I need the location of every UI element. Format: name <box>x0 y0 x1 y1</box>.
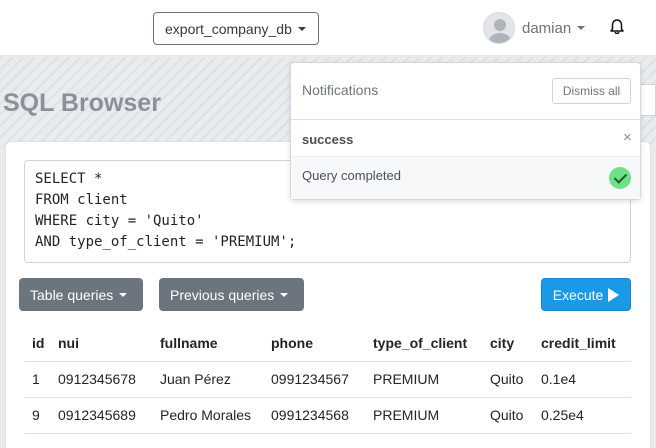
top-navbar: export_company_db damian <box>0 0 656 56</box>
chevron-down-icon <box>297 26 306 31</box>
table-cell: 9 <box>24 397 50 434</box>
execute-button[interactable]: Execute <box>541 278 631 311</box>
database-select[interactable]: export_company_db <box>153 12 319 45</box>
table-cell: 0912345678 <box>50 361 152 398</box>
column-header: id <box>24 325 50 362</box>
execute-label: Execute <box>552 286 604 303</box>
close-icon[interactable]: × <box>623 129 632 146</box>
previous-queries-label: Previous queries <box>170 286 275 303</box>
bell-icon[interactable] <box>608 18 626 36</box>
page-title: SQL Browser <box>3 89 161 117</box>
column-header: credit_limit <box>533 325 631 362</box>
check-circle-icon <box>609 167 631 189</box>
table-cell: Juan Pérez <box>152 361 263 398</box>
table-cell: PREMIUM <box>365 397 482 434</box>
column-header: nui <box>50 325 152 362</box>
results-table: id nui fullname phone type_of_client cit… <box>24 325 631 434</box>
toast-message: Query completed <box>302 168 401 183</box>
table-cell: 0991234567 <box>263 361 365 398</box>
column-header: fullname <box>152 325 263 362</box>
table-cell: PREMIUM <box>365 361 482 398</box>
table-cell: Quito <box>482 397 533 434</box>
dismiss-all-button[interactable]: Dismiss all <box>552 78 631 104</box>
notifications-title: Notifications <box>302 82 379 98</box>
column-header: city <box>482 325 533 362</box>
table-queries-label: Table queries <box>30 286 114 303</box>
toast-title: success <box>302 132 354 147</box>
column-header: type_of_client <box>365 325 482 362</box>
column-header: phone <box>263 325 365 362</box>
table-cell: 0.1e4 <box>533 361 631 398</box>
table-cell: 0912345689 <box>50 397 152 434</box>
table-cell: Pedro Morales <box>152 397 263 434</box>
table-row: 1 0912345678 Juan Pérez 0991234567 PREMI… <box>24 361 631 398</box>
chevron-down-icon <box>280 292 289 297</box>
user-avatar-icon <box>483 12 515 44</box>
toast-body: Query completed <box>291 156 640 199</box>
table-cell: 0.25e4 <box>533 397 631 434</box>
chevron-down-icon <box>119 292 128 297</box>
table-row: 9 0912345689 Pedro Morales 0991234568 PR… <box>24 397 631 434</box>
table-cell: Quito <box>482 361 533 398</box>
table-header-row: id nui fullname phone type_of_client cit… <box>24 325 631 362</box>
database-select-label: export_company_db <box>165 20 292 37</box>
notifications-header: Notifications Dismiss all <box>291 63 640 120</box>
previous-queries-button[interactable]: Previous queries <box>159 278 304 311</box>
table-cell: 1 <box>24 361 50 398</box>
notifications-panel: Notifications Dismiss all success × Quer… <box>290 62 641 200</box>
table-cell: 0991234568 <box>263 397 365 434</box>
chevron-down-icon <box>577 26 586 30</box>
sql-line: WHERE city = 'Quito' <box>35 213 204 229</box>
user-menu[interactable]: damian <box>483 11 586 45</box>
play-icon <box>608 287 620 302</box>
username: damian <box>522 19 572 37</box>
sql-line: AND type_of_client = 'PREMIUM'; <box>35 234 297 250</box>
table-queries-button[interactable]: Table queries <box>19 278 143 311</box>
